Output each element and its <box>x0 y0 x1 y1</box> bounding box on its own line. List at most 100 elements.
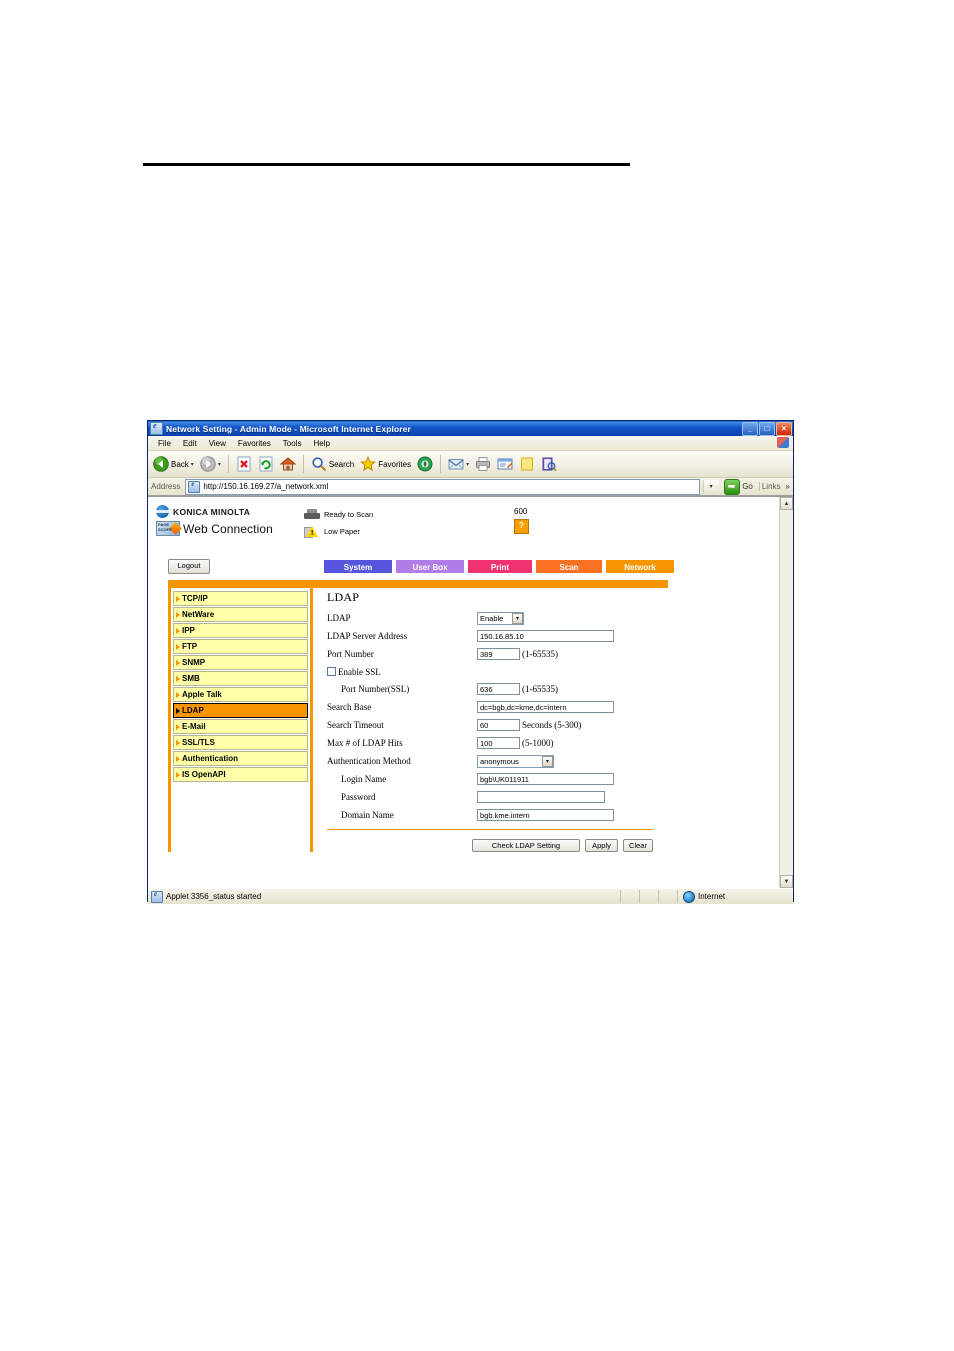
links-overflow-icon[interactable]: » <box>786 482 793 491</box>
address-dropdown-button[interactable]: ▾ <box>703 479 719 494</box>
search-base-input[interactable]: dc=bgb,dc=kme,dc=intern <box>477 701 614 713</box>
minimize-button[interactable]: _ <box>742 421 758 436</box>
check-ldap-setting-button[interactable]: Check LDAP Setting <box>472 839 580 852</box>
menu-item-help[interactable]: Help <box>307 439 335 448</box>
ldap-select[interactable]: Enable ▾ <box>477 611 524 625</box>
tab-print-label: Print <box>490 562 510 572</box>
enable-ssl-checkbox[interactable] <box>327 667 336 676</box>
address-input[interactable]: http://150.16.169.27/a_network.xml <box>185 478 701 495</box>
login-name-input[interactable]: bgb\UK011911 <box>477 773 614 785</box>
forward-button[interactable]: ▾ <box>198 456 223 472</box>
section-title: LDAP <box>327 590 360 604</box>
port-ssl-label: Port Number(SSL) <box>341 684 410 694</box>
research-button[interactable] <box>539 456 559 472</box>
password-input[interactable] <box>477 791 605 803</box>
window-controls: _ □ × <box>742 421 792 436</box>
menu-item-tools[interactable]: Tools <box>277 439 308 448</box>
menu-item-edit[interactable]: Edit <box>177 439 203 448</box>
row-password: Password <box>327 788 780 806</box>
back-dropdown-icon[interactable]: ▾ <box>191 461 194 468</box>
toolbar-separator <box>302 455 304 473</box>
menu-item-favorites[interactable]: Favorites <box>232 439 277 448</box>
media-button[interactable] <box>415 456 435 472</box>
tab-network[interactable]: Network <box>605 558 675 574</box>
port-number-input[interactable]: 389 <box>477 648 520 660</box>
bullet-arrow-icon <box>176 595 180 602</box>
sidebar-item-smb[interactable]: SMB <box>173 671 308 686</box>
row-login-name: Login Name bgb\UK011911 <box>327 770 780 788</box>
vertical-scrollbar[interactable]: ▲ ▼ <box>779 497 793 888</box>
applet-icon <box>151 890 163 903</box>
row-server-address: LDAP Server Address 150.16.85.10 <box>327 627 780 645</box>
auth-method-select[interactable]: anonymous ▾ <box>477 754 554 768</box>
help-button[interactable]: ? <box>514 519 529 534</box>
logout-button[interactable]: Logout <box>168 558 210 574</box>
home-button[interactable] <box>278 456 298 472</box>
mail-button[interactable]: ▾ <box>446 456 471 472</box>
media-icon <box>417 456 433 472</box>
ldap-settings-panel: LDAP LDAP Enable ▾ LDAP Server Address 1… <box>313 588 780 852</box>
back-button[interactable]: Back ▾ <box>151 456 196 472</box>
sidebar-item-e-mail[interactable]: E-Mail <box>173 719 308 734</box>
sidebar-item-ipp[interactable]: IPP <box>173 623 308 638</box>
browser-viewport: KONICA MINOLTA PAGE SCOPE Web Connection <box>148 496 793 888</box>
menu-item-view[interactable]: View <box>203 439 232 448</box>
clear-button[interactable]: Clear <box>623 839 653 852</box>
security-zone[interactable]: Internet <box>678 890 793 903</box>
password-label: Password <box>341 792 376 802</box>
tab-system-label: System <box>343 562 373 572</box>
row-port-number: Port Number 389 (1-65535) <box>327 645 780 663</box>
close-button[interactable]: × <box>776 421 792 436</box>
apply-button[interactable]: Apply <box>585 839 618 852</box>
row-port-ssl: Port Number(SSL) 636 (1-65535) <box>327 680 780 698</box>
page-body: TCP/IP NetWare IPP FTP SNMP SMB Apple Ta… <box>168 588 780 852</box>
menu-item-file[interactable]: File <box>152 439 177 448</box>
page-icon <box>188 480 201 493</box>
sidebar-item-authentication[interactable]: Authentication <box>173 751 308 766</box>
security-zone-label: Internet <box>698 892 726 901</box>
tab-scan[interactable]: Scan <box>535 558 603 574</box>
favorites-button[interactable]: Favorites <box>358 455 413 472</box>
sidebar-item-label: SSL/TLS <box>182 738 215 747</box>
max-hits-input[interactable]: 100 <box>477 737 520 749</box>
sidebar-item-ldap[interactable]: LDAP <box>173 703 308 718</box>
tab-system[interactable]: System <box>323 558 393 574</box>
pagescope-logo: PAGE SCOPE Web Connection <box>156 521 304 536</box>
domain-name-input[interactable]: bgb.kme.intern <box>477 809 614 821</box>
form-buttons: Check LDAP Setting Apply Clear <box>327 839 653 852</box>
search-timeout-input[interactable]: 60 <box>477 719 520 731</box>
sidebar-item-netware[interactable]: NetWare <box>173 607 308 622</box>
sidebar-item-apple-talk[interactable]: Apple Talk <box>173 687 308 702</box>
port-ssl-input[interactable]: 636 <box>477 683 520 695</box>
stop-button[interactable] <box>234 456 254 472</box>
sidebar-item-ssl-tls[interactable]: SSL/TLS <box>173 735 308 750</box>
sidebar-menu: TCP/IP NetWare IPP FTP SNMP SMB Apple Ta… <box>168 588 313 852</box>
notes-button[interactable] <box>517 456 537 472</box>
sidebar-item-ftp[interactable]: FTP <box>173 639 308 654</box>
main-tabs: System User Box Print Scan Network <box>323 558 675 574</box>
tab-print[interactable]: Print <box>467 558 533 574</box>
maximize-button[interactable]: □ <box>759 421 775 436</box>
sidebar-item-is-openapi[interactable]: IS OpenAPI <box>173 767 308 782</box>
sidebar-item-snmp[interactable]: SNMP <box>173 655 308 670</box>
go-label: Go <box>742 482 753 491</box>
tab-user-box[interactable]: User Box <box>395 558 465 574</box>
search-button[interactable]: Search <box>309 456 356 472</box>
server-address-input[interactable]: 150.16.85.10 <box>477 630 614 642</box>
navigation-row: Logout System User Box Print Scan Networ… <box>156 555 780 577</box>
search-base-label: Search Base <box>327 702 372 712</box>
edit-button[interactable] <box>495 456 515 472</box>
mail-dropdown-icon[interactable]: ▾ <box>466 461 469 468</box>
sidebar-item-label: IS OpenAPI <box>182 770 226 779</box>
maximize-icon: □ <box>764 423 770 433</box>
print-button[interactable] <box>473 456 493 472</box>
refresh-button[interactable] <box>256 456 276 472</box>
scroll-up-button[interactable]: ▲ <box>780 497 793 510</box>
sidebar-item-tcpip[interactable]: TCP/IP <box>173 591 308 606</box>
links-label[interactable]: Links <box>758 482 783 491</box>
scroll-down-button[interactable]: ▼ <box>780 875 793 888</box>
row-enable-ssl: Enable SSL <box>327 663 780 680</box>
go-button[interactable]: Go <box>721 478 756 495</box>
research-icon <box>541 456 557 472</box>
home-icon <box>279 456 297 472</box>
